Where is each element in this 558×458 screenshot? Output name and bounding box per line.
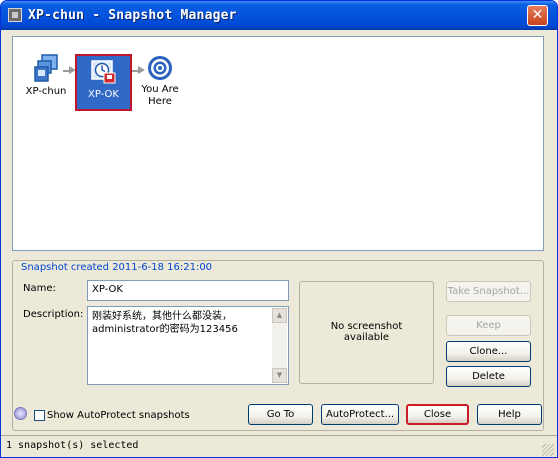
snapshot-clock-icon — [90, 60, 115, 84]
take-snapshot-button[interactable]: Take Snapshot... — [446, 281, 531, 302]
tree-node-current-state[interactable]: You Are Here — [140, 54, 180, 108]
show-autoprotect-checkbox[interactable] — [34, 410, 45, 421]
tree-node-label: XP-chun — [25, 86, 67, 97]
tree-node-label: XP-OK — [88, 89, 119, 100]
tree-node-label: You Are Here — [141, 84, 179, 107]
snapshot-tree-canvas[interactable]: XP-chun XP-OK You Are Here — [12, 36, 544, 251]
tree-node-snapshot-selected[interactable]: XP-OK — [75, 54, 132, 111]
screenshot-preview: No screenshot available — [299, 281, 434, 384]
preview-text: available — [343, 332, 390, 343]
vmware-app-icon — [8, 8, 22, 22]
description-line: administrator的密码为123456 — [92, 324, 238, 335]
resize-grip-icon[interactable] — [542, 444, 554, 456]
description-label: Description: — [23, 309, 84, 320]
description-field[interactable]: 刚装好系统，其他什么都没装， administrator的密码为123456 ▲… — [87, 306, 289, 385]
vm-computer-icon — [34, 54, 58, 82]
scroll-down-icon[interactable]: ▼ — [272, 368, 287, 383]
status-bar: 1 snapshot(s) selected — [1, 435, 557, 457]
title-bar[interactable]: XP-chun - Snapshot Manager ✕ — [1, 1, 557, 30]
description-line: 刚装好系统，其他什么都没装， — [92, 311, 232, 322]
name-field[interactable]: XP-OK — [87, 280, 289, 301]
snapshot-created-caption: Snapshot created 2011-6-18 16:21:00 — [19, 262, 215, 273]
scroll-up-icon[interactable]: ▲ — [272, 308, 287, 323]
delete-button[interactable]: Delete — [446, 366, 531, 387]
snapshot-manager-window: XP-chun - Snapshot Manager ✕ XP-chun XP-… — [0, 0, 558, 458]
description-scrollbar[interactable]: ▲ ▼ — [272, 308, 287, 383]
close-button[interactable]: Close — [406, 404, 469, 425]
autoprotect-icon — [14, 407, 27, 420]
keep-button[interactable]: Keep — [446, 315, 531, 336]
close-window-button[interactable]: ✕ — [527, 5, 548, 26]
clone-button[interactable]: Clone... — [446, 341, 531, 362]
autoprotect-button[interactable]: AutoProtect... — [321, 404, 399, 425]
show-autoprotect-label[interactable]: Show AutoProtect snapshots — [47, 410, 190, 421]
window-title: XP-chun - Snapshot Manager — [28, 8, 237, 23]
target-icon — [148, 56, 172, 80]
tree-node-vm[interactable]: XP-chun — [24, 54, 68, 98]
status-text: 1 snapshot(s) selected — [6, 440, 139, 451]
name-label: Name: — [23, 283, 56, 294]
preview-text: No screenshot — [330, 321, 403, 332]
go-to-button[interactable]: Go To — [248, 404, 313, 425]
help-button[interactable]: Help — [477, 404, 542, 425]
